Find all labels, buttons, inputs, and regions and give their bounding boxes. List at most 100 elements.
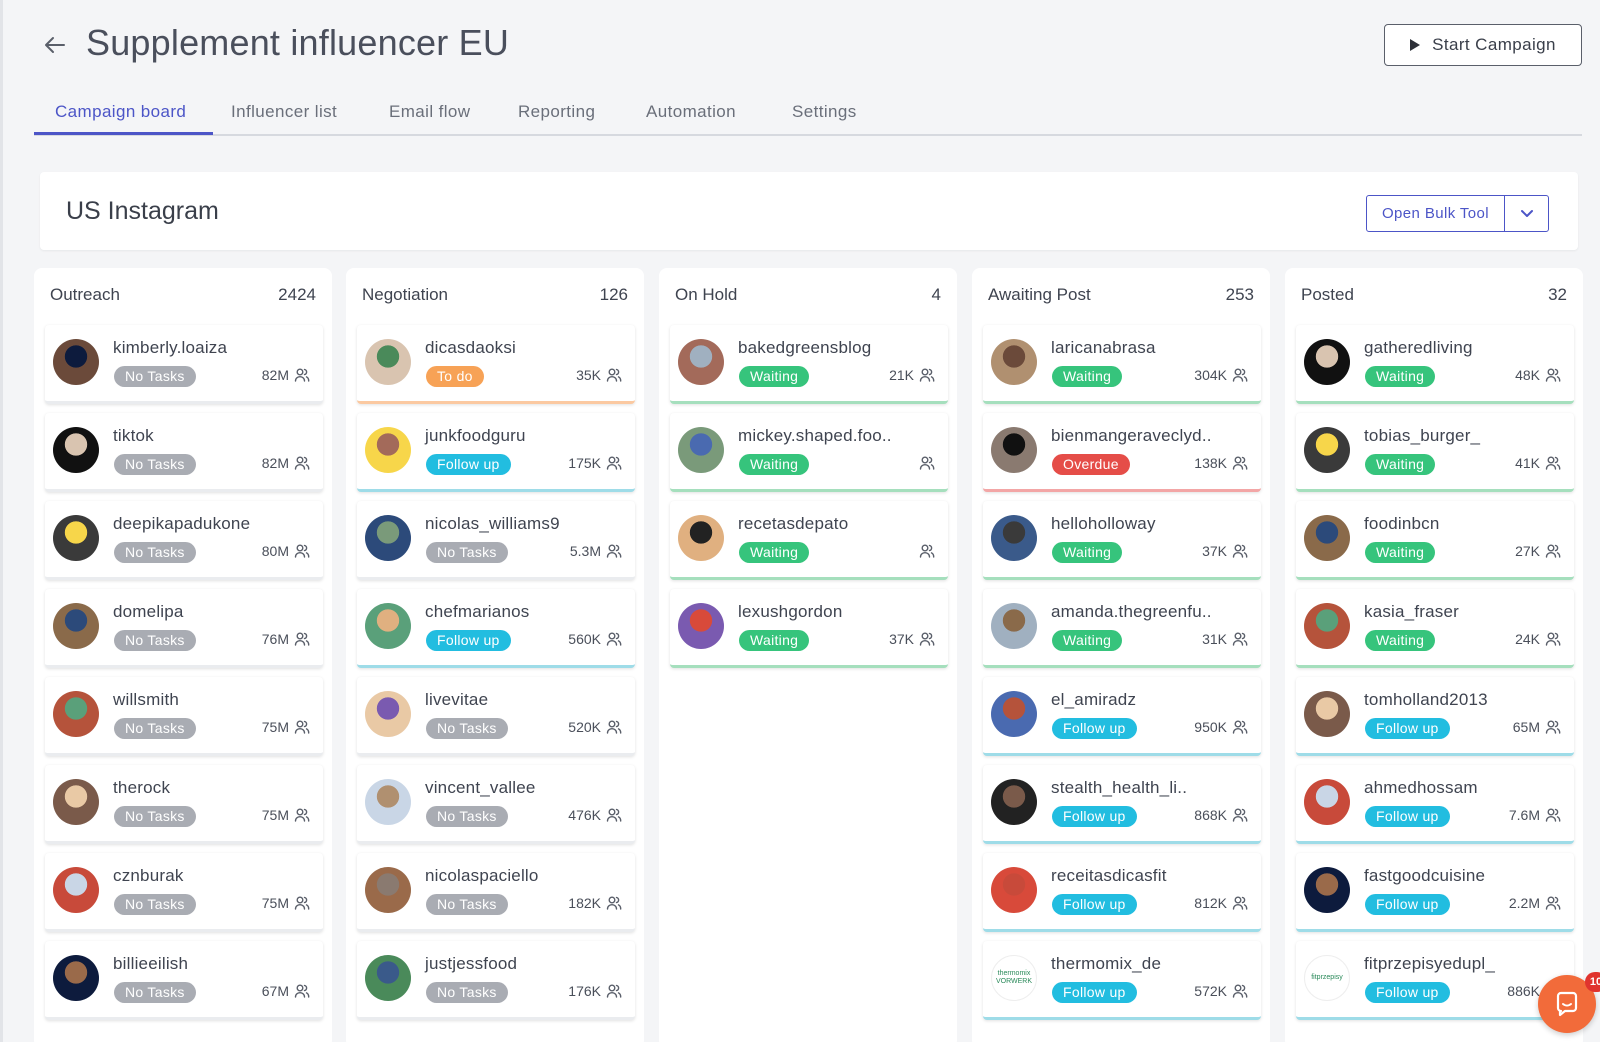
follower-meta — [914, 455, 935, 471]
influencer-card[interactable]: kimberly.loaiza No Tasks 82M — [45, 325, 323, 404]
influencer-card[interactable]: nicolaspaciello No Tasks 182K — [357, 853, 635, 932]
avatar — [53, 427, 99, 473]
follower-count: 5.3M — [569, 543, 601, 559]
influencer-card[interactable]: mickey.shaped.foo.. Waiting — [670, 413, 948, 492]
influencer-card[interactable]: thermomix VORWERK thermomix_de Follow up 57… — [983, 941, 1261, 1020]
influencer-card[interactable]: livevitae No Tasks 520K — [357, 677, 635, 756]
influencer-card[interactable]: justjessfood No Tasks 176K — [357, 941, 635, 1020]
follower-count: 560K — [568, 631, 601, 647]
column-count: 253 — [1225, 285, 1254, 304]
follower-count: 75M — [261, 807, 289, 823]
status-badge: No Tasks — [114, 806, 196, 827]
influencer-card[interactable]: kasia_fraser Waiting 24K — [1296, 589, 1574, 668]
column-title: Outreach — [50, 285, 120, 304]
tab-influencer-list[interactable]: Influencer list — [231, 102, 337, 122]
tab-automation[interactable]: Automation — [646, 102, 736, 122]
influencer-handle: helloholloway — [1051, 514, 1156, 533]
bulk-tool-dropdown[interactable] — [1505, 196, 1548, 231]
start-campaign-button[interactable]: Start Campaign — [1384, 24, 1582, 66]
people-icon — [606, 720, 622, 734]
follower-meta: 75M — [262, 895, 310, 911]
influencer-handle: kasia_fraser — [1364, 602, 1459, 621]
influencer-card[interactable]: chefmarianos Follow up 560K — [357, 589, 635, 668]
status-badge: Follow up — [1052, 718, 1137, 739]
influencer-card[interactable]: deepikapadukone No Tasks 80M — [45, 501, 323, 580]
follower-meta: 75M — [262, 719, 310, 735]
influencer-card[interactable]: laricanabrasa Waiting 304K — [983, 325, 1261, 404]
follower-count: 80M — [261, 543, 289, 559]
back-arrow-icon[interactable] — [40, 30, 70, 60]
avatar — [678, 339, 724, 385]
influencer-handle: recetasdepato — [738, 514, 849, 533]
status-badge: No Tasks — [114, 894, 196, 915]
influencer-card[interactable]: tomholland2013 Follow up 65M — [1296, 677, 1574, 756]
influencer-card[interactable]: vincent_vallee No Tasks 476K — [357, 765, 635, 844]
influencer-handle: stealth_health_li.. — [1051, 778, 1188, 797]
status-badge: Follow up — [426, 630, 511, 651]
influencer-card[interactable]: billieeilish No Tasks 67M — [45, 941, 323, 1020]
influencer-card[interactable]: foodinbcn Waiting 27K — [1296, 501, 1574, 580]
influencer-handle: livevitae — [425, 690, 489, 709]
influencer-card[interactable]: domelipa No Tasks 76M — [45, 589, 323, 668]
status-badge: No Tasks — [426, 806, 508, 827]
avatar — [991, 867, 1037, 913]
influencer-card[interactable]: helloholloway Waiting 37K — [983, 501, 1261, 580]
influencer-card[interactable]: recetasdepato Waiting — [670, 501, 948, 580]
influencer-handle: fitprzepisyedupl_ — [1364, 954, 1495, 973]
influencer-card[interactable]: stealth_health_li.. Follow up 868K — [983, 765, 1261, 844]
influencer-card[interactable]: therock No Tasks 75M — [45, 765, 323, 844]
chat-icon — [1556, 991, 1578, 1017]
avatar — [365, 603, 411, 649]
people-icon — [1232, 368, 1248, 382]
follower-count: 75M — [261, 895, 289, 911]
influencer-card[interactable]: receitasdicasfit Follow up 812K — [983, 853, 1261, 932]
influencer-card[interactable]: bienmangeraveclyd.. Overdue 138K — [983, 413, 1261, 492]
influencer-card[interactable]: tiktok No Tasks 82M — [45, 413, 323, 492]
people-icon — [919, 456, 935, 470]
tab-email-flow[interactable]: Email flow — [389, 102, 470, 122]
follower-count: 24K — [1515, 631, 1540, 647]
influencer-handle: el_amiradz — [1051, 690, 1137, 709]
avatar — [678, 427, 724, 473]
influencer-card[interactable]: lexushgordon Waiting 37K — [670, 589, 948, 668]
follower-meta — [914, 543, 935, 559]
status-badge: Waiting — [1365, 630, 1436, 651]
tab-settings[interactable]: Settings — [792, 102, 857, 122]
tab-reporting[interactable]: Reporting — [518, 102, 595, 122]
influencer-card[interactable]: fitprzepisy fitprzepisyedupl_ Follow up 886… — [1296, 941, 1574, 1020]
influencer-card[interactable]: junkfoodguru Follow up 175K — [357, 413, 635, 492]
follower-count: 572K — [1194, 983, 1227, 999]
follower-meta: 82M — [262, 367, 310, 383]
tab-campaign-board[interactable]: Campaign board — [55, 102, 186, 122]
follower-meta: 5.3M — [570, 543, 622, 559]
people-icon — [606, 456, 622, 470]
follower-count: 82M — [261, 455, 289, 471]
influencer-card[interactable]: nicolas_williams9 No Tasks 5.3M — [357, 501, 635, 580]
follower-meta: 67M — [262, 983, 310, 999]
influencer-card[interactable]: dicasdaoksi To do 35K — [357, 325, 635, 404]
follower-count: 182K — [568, 895, 601, 911]
influencer-card[interactable]: willsmith No Tasks 75M — [45, 677, 323, 756]
status-badge: Follow up — [1365, 806, 1450, 827]
follower-meta: 304K — [1194, 367, 1248, 383]
avatar — [678, 515, 724, 561]
influencer-card[interactable]: gatheredliving Waiting 48K — [1296, 325, 1574, 404]
influencer-handle: gatheredliving — [1364, 338, 1473, 357]
status-badge: No Tasks — [114, 630, 196, 651]
status-badge: Follow up — [426, 454, 511, 475]
page-header: Supplement influencer EU Start Campaign — [0, 0, 1600, 90]
influencer-card[interactable]: cznburak No Tasks 75M — [45, 853, 323, 932]
avatar — [53, 339, 99, 385]
column-title: On Hold — [675, 285, 738, 304]
influencer-card[interactable]: el_amiradz Follow up 950K — [983, 677, 1261, 756]
influencer-handle: willsmith — [113, 690, 180, 709]
people-icon — [606, 984, 622, 998]
influencer-card[interactable]: fastgoodcuisine Follow up 2.2M — [1296, 853, 1574, 932]
influencer-card[interactable]: bakedgreensblog Waiting 21K — [670, 325, 948, 404]
influencer-card[interactable]: ahmedhossam Follow up 7.6M — [1296, 765, 1574, 844]
influencer-card[interactable]: amanda.thegreenfu.. Waiting 31K — [983, 589, 1261, 668]
influencer-card[interactable]: tobias_burger_ Waiting 41K — [1296, 413, 1574, 492]
people-icon — [1232, 896, 1248, 910]
people-icon — [294, 896, 310, 910]
open-bulk-tool-button[interactable]: Open Bulk Tool — [1367, 196, 1505, 231]
